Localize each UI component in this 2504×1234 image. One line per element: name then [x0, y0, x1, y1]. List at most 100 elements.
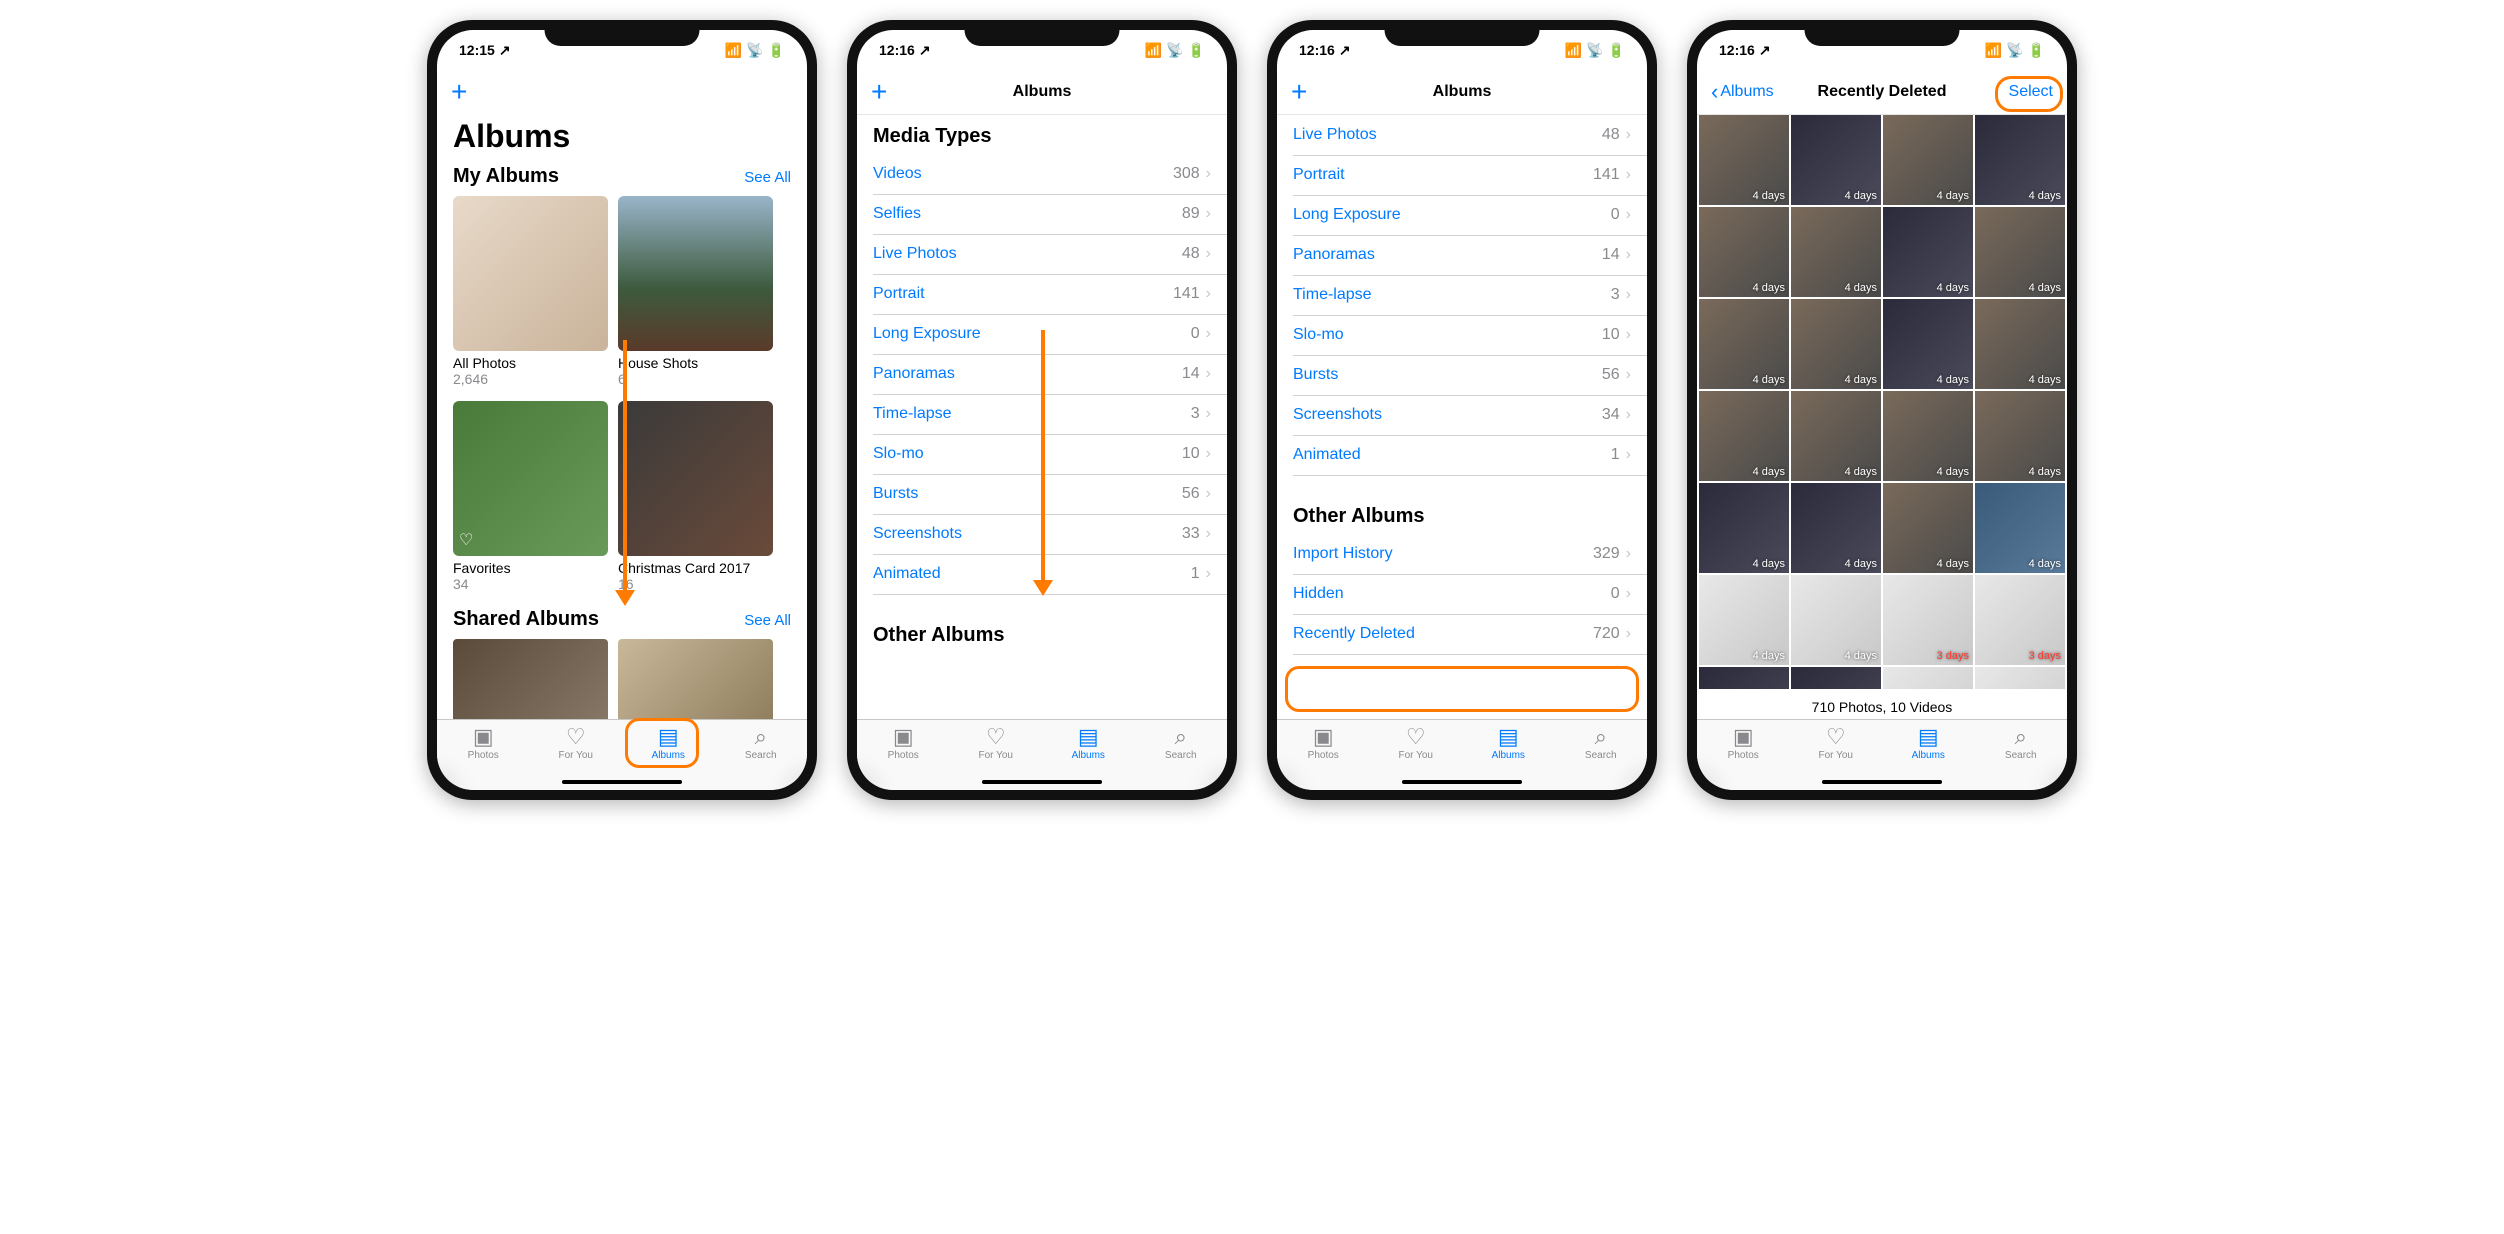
add-button[interactable]: +	[1291, 78, 1307, 106]
add-button[interactable]: +	[871, 78, 887, 106]
shared-thumb[interactable]	[453, 639, 608, 719]
tab-photos[interactable]: ▣Photos	[857, 720, 950, 790]
media-type-row[interactable]: Bursts56›	[857, 474, 1227, 514]
media-type-row[interactable]: Panoramas14›	[1277, 235, 1647, 275]
albums-icon: ▤	[1918, 726, 1939, 748]
media-type-row[interactable]: Portrait141›	[1277, 155, 1647, 195]
photo-thumb[interactable]: 4 days	[1699, 575, 1789, 665]
albums-icon: ▤	[1078, 726, 1099, 748]
row-label: Recently Deleted	[1293, 625, 1415, 643]
home-indicator[interactable]	[1822, 780, 1942, 784]
photo-thumb[interactable]: 4 days	[1791, 207, 1881, 297]
home-indicator[interactable]	[982, 780, 1102, 784]
photo-thumb[interactable]: 3 days	[1975, 667, 2065, 689]
photo-thumb[interactable]: 4 days	[1975, 483, 2065, 573]
other-album-row[interactable]: Import History329›	[1277, 534, 1647, 574]
row-count: 89	[1182, 205, 1200, 223]
media-type-row[interactable]: Animated1›	[1277, 435, 1647, 475]
media-type-row[interactable]: Panoramas14›	[857, 354, 1227, 394]
photo-thumb[interactable]: 3 days	[1883, 667, 1973, 689]
photo-thumb[interactable]: 4 days	[1883, 483, 1973, 573]
media-type-row[interactable]: Slo-mo10›	[857, 434, 1227, 474]
photo-thumb[interactable]: 4 days	[1975, 207, 2065, 297]
media-type-row[interactable]: Live Photos48›	[857, 234, 1227, 274]
photo-thumb[interactable]: 3 days	[1791, 667, 1881, 689]
add-button[interactable]: +	[451, 78, 467, 106]
media-type-row[interactable]: Selfies89›	[857, 194, 1227, 234]
photo-thumb[interactable]: 4 days	[1791, 391, 1881, 481]
other-album-row[interactable]: Hidden0›	[1277, 574, 1647, 614]
content[interactable]: Live Photos48›Portrait141›Long Exposure0…	[1277, 115, 1647, 719]
home-indicator[interactable]	[1402, 780, 1522, 784]
photo-thumb[interactable]: 4 days	[1699, 483, 1789, 573]
media-type-row[interactable]: Live Photos48›	[1277, 115, 1647, 155]
media-type-row[interactable]: Slo-mo10›	[1277, 315, 1647, 355]
album-thumb[interactable]	[453, 196, 608, 351]
album-all-photos[interactable]: All Photos 2,646	[453, 196, 608, 387]
media-type-row[interactable]: Videos308›	[857, 154, 1227, 194]
photo-thumb[interactable]: 4 days	[1699, 391, 1789, 481]
media-type-row[interactable]: Time-lapse3›	[857, 394, 1227, 434]
content[interactable]: Albums My Albums See All All Photos 2,64…	[437, 114, 807, 719]
photo-thumb[interactable]: 4 days	[1883, 391, 1973, 481]
album-thumb[interactable]	[618, 401, 773, 556]
tab-search[interactable]: ⌕Search	[715, 720, 808, 790]
media-type-row[interactable]: Long Exposure0›	[1277, 195, 1647, 235]
photo-grid[interactable]: 4 days4 days4 days4 days4 days4 days4 da…	[1697, 115, 2067, 689]
photo-thumb[interactable]: 4 days	[1883, 299, 1973, 389]
see-all-link[interactable]: See All	[744, 612, 791, 629]
photo-thumb[interactable]: 3 days	[1975, 575, 2065, 665]
album-favorites[interactable]: ♡ Favorites 34	[453, 401, 608, 592]
photo-thumb[interactable]: 4 days	[1699, 299, 1789, 389]
photo-thumb[interactable]: 4 days	[1975, 115, 2065, 205]
row-count: 10	[1602, 326, 1620, 344]
tab-photos[interactable]: ▣Photos	[1697, 720, 1790, 790]
media-type-row[interactable]: Screenshots33›	[857, 514, 1227, 554]
media-type-row[interactable]: Bursts56›	[1277, 355, 1647, 395]
back-button[interactable]: ‹Albums	[1711, 79, 1774, 105]
media-type-row[interactable]: Animated1›	[857, 554, 1227, 594]
album-thumb[interactable]	[618, 196, 773, 351]
photo-thumb[interactable]: 4 days	[1699, 207, 1789, 297]
tab-photos[interactable]: ▣Photos	[437, 720, 530, 790]
album-row-2[interactable]: ♡ Favorites 34 Christmas Card 2017 16	[437, 401, 807, 592]
select-button[interactable]: Select	[2009, 83, 2053, 101]
album-row-1[interactable]: All Photos 2,646 House Shots 6	[437, 196, 807, 387]
photo-thumb[interactable]: 4 days	[1791, 483, 1881, 573]
see-all-link[interactable]: See All	[744, 169, 791, 186]
tab-search[interactable]: ⌕Search	[1135, 720, 1228, 790]
album-christmas[interactable]: Christmas Card 2017 16	[618, 401, 773, 592]
status-icons: 📶📡🔋	[1565, 42, 1625, 59]
home-indicator[interactable]	[562, 780, 682, 784]
album-name: House Shots	[618, 355, 773, 371]
photo-thumb[interactable]: 4 days	[1791, 299, 1881, 389]
photo-thumb[interactable]: 3 days	[1883, 575, 1973, 665]
photo-thumb[interactable]: 4 days	[1883, 115, 1973, 205]
media-type-row[interactable]: Long Exposure0›	[857, 314, 1227, 354]
other-album-row[interactable]: Recently Deleted720›	[1277, 614, 1647, 654]
row-count: 141	[1593, 166, 1620, 184]
photo-thumb[interactable]: 4 days	[1975, 299, 2065, 389]
photo-thumb[interactable]: 3 days	[1699, 667, 1789, 689]
tab-search[interactable]: ⌕Search	[1975, 720, 2068, 790]
shared-row[interactable]	[437, 639, 807, 719]
media-type-row[interactable]: Portrait141›	[857, 274, 1227, 314]
media-type-row[interactable]: Screenshots34›	[1277, 395, 1647, 435]
shared-thumb[interactable]	[618, 639, 773, 719]
row-label: Slo-mo	[1293, 326, 1344, 344]
album-thumb[interactable]: ♡	[453, 401, 608, 556]
notch	[1385, 20, 1540, 46]
photo-thumb[interactable]: 4 days	[1883, 207, 1973, 297]
tab-search[interactable]: ⌕Search	[1555, 720, 1648, 790]
content[interactable]: Media Types Videos308›Selfies89›Live Pho…	[857, 115, 1227, 719]
tab-photos[interactable]: ▣Photos	[1277, 720, 1370, 790]
photo-thumb[interactable]: 4 days	[1791, 575, 1881, 665]
media-type-row[interactable]: Time-lapse3›	[1277, 275, 1647, 315]
photo-thumb[interactable]: 4 days	[1699, 115, 1789, 205]
content[interactable]: 4 days4 days4 days4 days4 days4 days4 da…	[1697, 115, 2067, 719]
photo-thumb[interactable]: 4 days	[1791, 115, 1881, 205]
album-house-shots[interactable]: House Shots 6	[618, 196, 773, 387]
albums-icon: ▤	[1498, 726, 1519, 748]
photo-thumb[interactable]: 4 days	[1975, 391, 2065, 481]
chevron-right-icon: ›	[1626, 545, 1631, 563]
